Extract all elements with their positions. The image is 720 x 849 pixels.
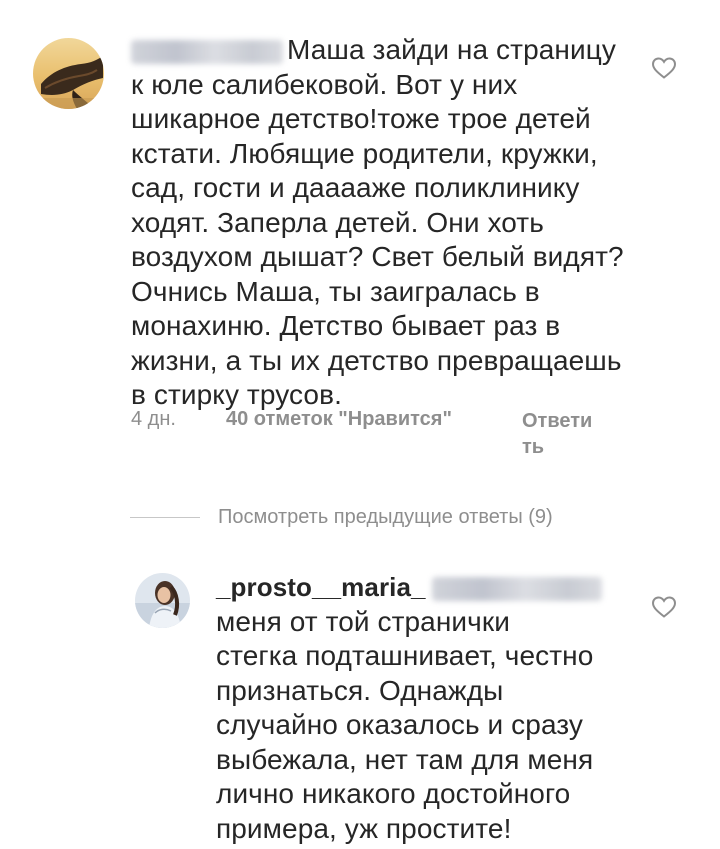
heart-outline-icon <box>651 57 677 79</box>
heart-outline-icon <box>651 596 677 618</box>
comment-meta: 4 дн. 40 отметок "Нравится" Ответить <box>0 408 720 468</box>
view-replies-label[interactable]: Посмотреть предыдущие ответы (9) <box>218 506 553 529</box>
reply-body: _prosto__maria_ меня от той странички ст… <box>216 570 636 846</box>
avatar-woman-photo <box>135 573 190 628</box>
reply-text-line: стегка подташнивает, честно <box>216 640 594 671</box>
reply-text-line: выбежала, нет там для меня <box>216 743 594 775</box>
reply-text-line: меня от той странички <box>216 605 510 637</box>
divider-line <box>130 516 200 518</box>
comment-first-line: Маша зайди на страницу <box>131 33 651 68</box>
comment-text-line: воздухом дышат? Свет белый видят? <box>131 241 624 272</box>
reply-text-line: признаться. Однажды <box>216 674 504 706</box>
reply-text-line: случайно оказалось и сразу <box>216 709 584 740</box>
like-button[interactable] <box>651 56 677 80</box>
comment-text-line: к юле салибековой. Вот у них <box>131 68 518 100</box>
blurred-mention[interactable] <box>431 576 602 601</box>
reply-first-line: _prosto__maria_ <box>216 570 636 605</box>
view-previous-replies[interactable]: Посмотреть предыдущие ответы (9) <box>130 500 553 534</box>
reply-avatar[interactable] <box>135 573 190 628</box>
comment-text-line: сад, гости и дааааже поликлинику <box>131 172 580 203</box>
reply-text-line: лично никакого достойного <box>216 778 571 809</box>
comment-likes-count[interactable]: 40 отметок "Нравится" <box>226 408 452 431</box>
comment: Маша зайди на страницу к юле салибековой… <box>0 0 720 470</box>
reply-like-button[interactable] <box>651 595 677 619</box>
comment-body: Маша зайди на страницу к юле салибековой… <box>131 33 651 413</box>
comment-text-line: жизни, а ты их детство превращаешь <box>131 344 622 376</box>
comment-text-line: кстати. Любящие родители, кружки, <box>131 137 598 169</box>
reply-comment: _prosto__maria_ меня от той странички ст… <box>0 560 720 849</box>
comment-text-line: монахиню. Детство бывает раз в <box>131 310 561 341</box>
comment-text-line: шикарное детство!тоже трое детей <box>131 103 591 134</box>
comment-text-line: Очнись Маша, ты заигралась в <box>131 275 540 307</box>
comment-text-first: Маша зайди на страницу <box>287 34 616 65</box>
blurred-username[interactable] <box>131 39 283 64</box>
comment-text-line: ходят. Заперла детей. Они хоть <box>131 206 544 238</box>
avatar-hair-photo <box>33 38 104 109</box>
reply-username[interactable]: _prosto__maria_ <box>216 572 426 602</box>
comment-time: 4 дн. <box>131 408 176 430</box>
reply-text-line: примера, уж простите! <box>216 812 512 844</box>
reply-button[interactable]: Ответить <box>522 408 594 460</box>
commenter-avatar[interactable] <box>33 38 104 109</box>
